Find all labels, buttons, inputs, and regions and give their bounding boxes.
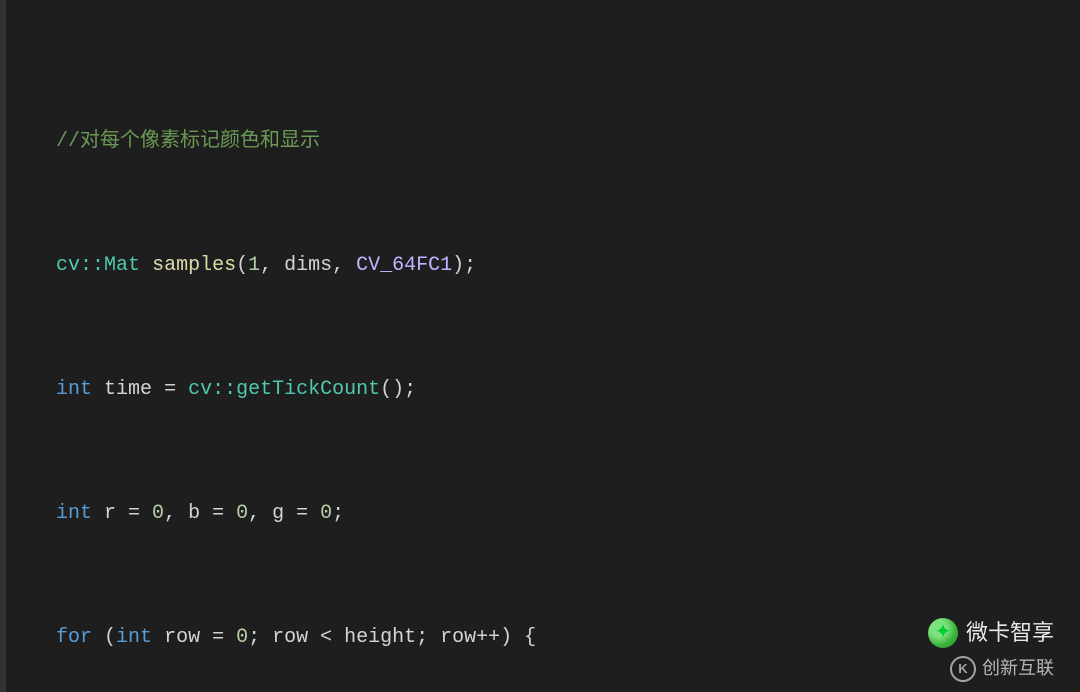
- code-editor[interactable]: //对每个像素标记颜色和显示 cv::Mat samples(1, dims, …: [0, 0, 1080, 692]
- gutter: [0, 0, 6, 692]
- code-line: for (int row = 0; row < height; row++) {: [8, 622, 1080, 653]
- code-line: int r = 0, b = 0, g = 0;: [8, 498, 1080, 529]
- code-line: int time = cv::getTickCount();: [8, 374, 1080, 405]
- comment: //对每个像素标记颜色和显示: [56, 130, 320, 153]
- code-line: //对每个像素标记颜色和显示: [8, 126, 1080, 157]
- code-line: cv::Mat samples(1, dims, CV_64FC1);: [8, 250, 1080, 281]
